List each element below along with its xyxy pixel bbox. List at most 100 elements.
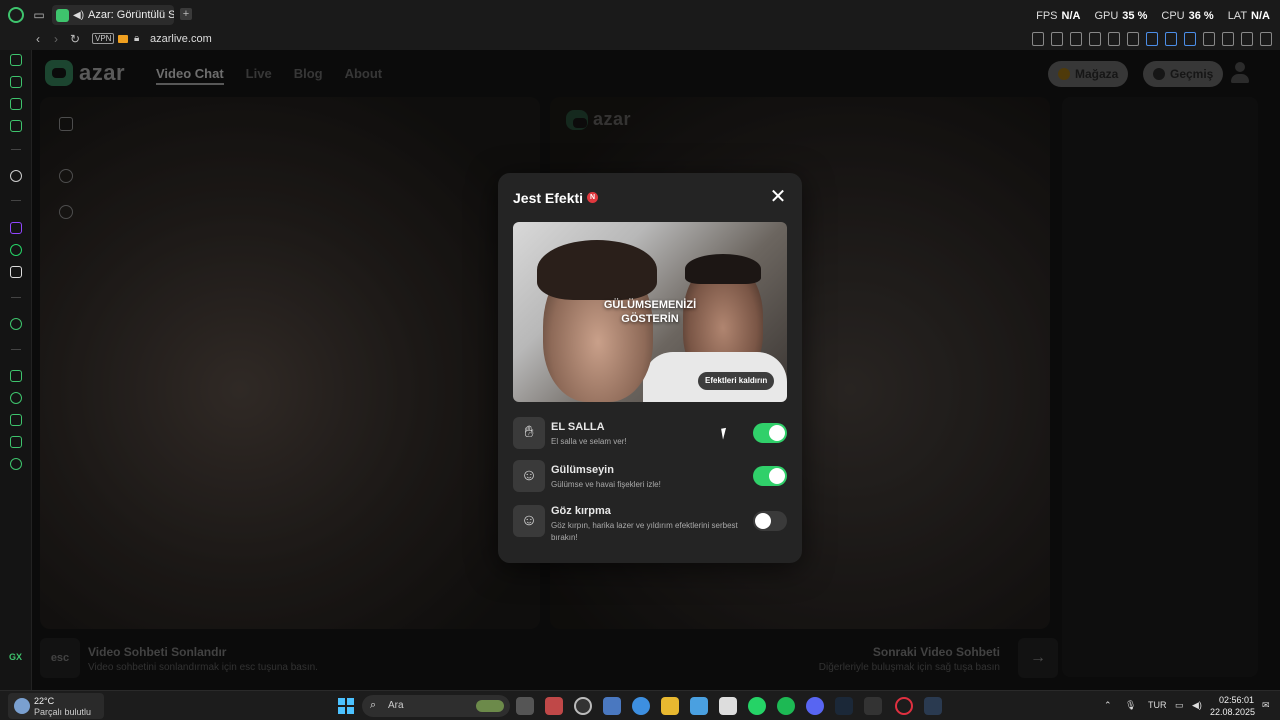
app-chrome-icon[interactable] [632, 697, 650, 715]
tab-azar[interactable]: ◀) Azar: Görüntülü Sohbet [52, 5, 174, 25]
app-discord-icon[interactable] [806, 697, 824, 715]
gesture-desc: Göz kırpın, harika lazer ve yıldırım efe… [551, 521, 738, 542]
notifications-icon[interactable]: ✉︎ [1262, 700, 1270, 711]
windows-start-icon[interactable] [338, 698, 354, 714]
gesture-name: EL SALLA [551, 421, 605, 433]
translate-icon[interactable] [1146, 32, 1158, 46]
forward-icon[interactable]: › [54, 32, 58, 46]
new-badge: N [587, 192, 598, 203]
clock-date: 22.08.2025 [1210, 707, 1256, 717]
app-spotify-icon[interactable] [777, 697, 795, 715]
effect-preview: GÜLÜMSEMENİZİ GÖSTERİN Efektleri kaldırı… [513, 222, 787, 402]
search-icon: ⌕ [370, 699, 377, 711]
extensions-toolbar [1032, 32, 1272, 46]
weather-widget[interactable]: 22°C Parçalı bulutlu [8, 693, 104, 719]
stat-cpu: CPU 36 % [1161, 10, 1214, 22]
toggle-knob [769, 468, 785, 484]
gesture-smile: ☺︎ Gülümseyin Gülümse ve havai fişekleri… [513, 460, 787, 494]
profile-avatar-icon[interactable] [1222, 32, 1234, 46]
wave-toggle[interactable] [753, 423, 787, 443]
language-indicator[interactable]: TUR [1148, 700, 1167, 710]
tab-title: Azar: Görüntülü Sohbet [88, 9, 174, 21]
sidebar-cleaner-icon[interactable] [10, 98, 22, 110]
speaker-icon[interactable]: ◀) [73, 10, 84, 21]
toggle-knob [769, 425, 785, 441]
app-steam-icon[interactable] [835, 697, 853, 715]
sidebar-gx-label[interactable]: GX [9, 652, 22, 662]
sidebar-x-icon[interactable] [10, 266, 22, 278]
sidebar-whatsapp-icon[interactable] [10, 244, 22, 256]
sidebar-divider [11, 297, 21, 298]
menu-icon[interactable] [1260, 32, 1272, 46]
task-view-icon[interactable] [516, 697, 534, 715]
pin-icon[interactable] [1032, 32, 1044, 46]
app-opera-gx-icon[interactable] [895, 697, 913, 715]
browser-tab-bar: ▭ ◀) Azar: Görüntülü Sohbet + FPSN/A GPU… [0, 0, 1280, 30]
hardware-stats: FPS N/A GPU 35 % CPU 36 % LAT N/A [1036, 10, 1270, 22]
app-snipping-icon[interactable] [545, 697, 563, 715]
vpn-badge[interactable]: VPN [92, 33, 115, 44]
app-capcut-icon[interactable] [719, 697, 737, 715]
app-file-explorer-icon[interactable] [661, 697, 679, 715]
sidebar-divider [11, 200, 21, 201]
app-steam-2-icon[interactable] [924, 697, 942, 715]
gesture-name: Göz kırpma [551, 505, 611, 517]
sidebar-gx-control-icon[interactable] [10, 54, 22, 66]
app-whatsapp-icon[interactable] [748, 697, 766, 715]
sidebar-gx-corner-icon[interactable] [10, 76, 22, 88]
wink-toggle[interactable] [753, 511, 787, 531]
app-network-icon[interactable] [690, 697, 708, 715]
sidebar-player-icon[interactable] [10, 318, 22, 330]
reload-icon[interactable]: ↻ [70, 32, 80, 46]
lock-icon[interactable]: 🔒︎ [134, 33, 139, 44]
clock-time: 02:56:01 [1218, 695, 1254, 705]
weather-icon [14, 698, 30, 714]
volume-icon[interactable]: ◀) [1192, 700, 1202, 711]
smile-toggle[interactable] [753, 466, 787, 486]
download-icon[interactable] [1241, 32, 1253, 46]
new-tab-button[interactable]: + [180, 8, 192, 20]
microphone-icon[interactable]: 🎙︎ [1125, 700, 1136, 711]
toggle-knob [755, 513, 771, 529]
system-clock[interactable]: 02:56:01 22.08.2025 [1210, 694, 1256, 718]
smile-icon: ☺︎ [513, 460, 545, 492]
wave-hand-icon: ✋︎ [513, 417, 545, 449]
sidebar-apps-icon[interactable] [10, 370, 22, 382]
app-obs-icon[interactable] [603, 697, 621, 715]
weather-temp: 22°C [34, 696, 55, 706]
remove-effects-button[interactable]: Efektleri kaldırın [698, 372, 775, 390]
app-chatgpt-icon[interactable] [574, 697, 592, 715]
sidebar-chatgpt-icon[interactable] [10, 170, 22, 182]
network-icon[interactable]: ▭ [1175, 700, 1184, 711]
back-icon[interactable]: ‹ [36, 32, 40, 46]
shield-icon[interactable] [1070, 32, 1082, 46]
app-epic-games-icon[interactable] [864, 697, 882, 715]
stat-lat: LAT N/A [1227, 10, 1270, 22]
gesture-wink: ☺︎ Göz kırpma Göz kırpın, harika lazer v… [513, 505, 787, 542]
sidebar-extensions-icon[interactable] [10, 436, 22, 448]
play-icon[interactable] [1108, 32, 1120, 46]
search-placeholder: Ara [388, 700, 404, 711]
extension-blue-icon[interactable] [1165, 32, 1177, 46]
camera-in-use-icon[interactable] [118, 35, 128, 43]
url-text[interactable]: azarlive.com [150, 33, 212, 45]
puzzle-icon[interactable] [1203, 32, 1215, 46]
close-icon[interactable]: ✕ [768, 187, 788, 207]
sidebar-twitch-icon[interactable] [10, 222, 22, 234]
sidebar-settings-icon[interactable] [10, 458, 22, 470]
sidebar-downloads-icon[interactable] [10, 414, 22, 426]
preview-instruction-line1: GÜLÜMSEMENİZİ [603, 299, 697, 311]
gesture-name: Gülümseyin [551, 464, 614, 476]
snapshot-icon[interactable] [1051, 32, 1063, 46]
heart-icon[interactable] [1127, 32, 1139, 46]
tab-island-icon[interactable]: ▭ [32, 8, 46, 22]
box-icon[interactable] [1089, 32, 1101, 46]
taskbar-search[interactable]: ⌕ Ara [362, 695, 510, 717]
opera-gx-logo-icon[interactable] [8, 7, 24, 23]
search-highlight-icon [476, 700, 504, 712]
sidebar-history-icon[interactable] [10, 392, 22, 404]
tray-overflow-icon[interactable]: ⌃ [1104, 700, 1112, 711]
preview-instruction: GÜLÜMSEMENİZİ GÖSTERİN [513, 298, 787, 326]
vpn-extension-icon[interactable] [1184, 32, 1196, 46]
sidebar-mail-icon[interactable] [10, 120, 22, 132]
